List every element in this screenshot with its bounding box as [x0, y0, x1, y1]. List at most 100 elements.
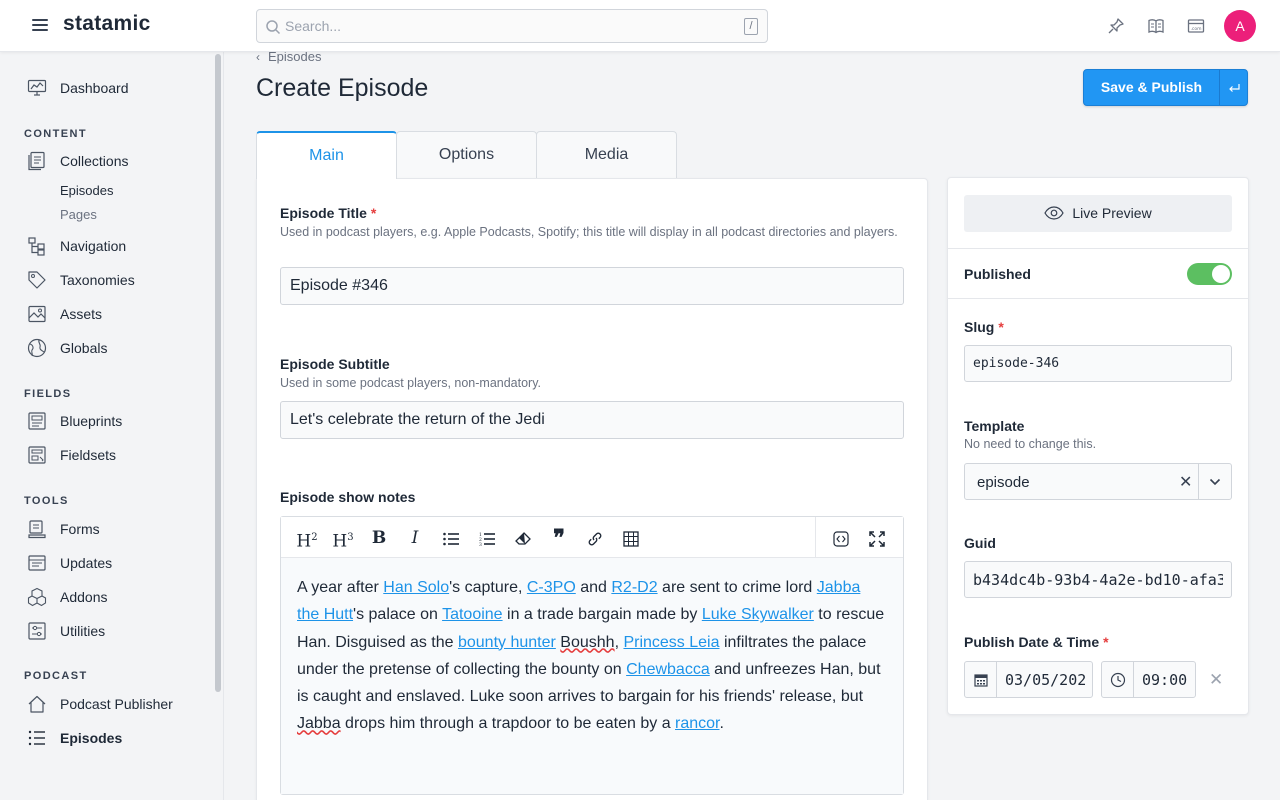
notes-link[interactable]: R2-D2 [611, 579, 657, 596]
menu-toggle-icon[interactable] [32, 19, 48, 33]
notes-text: A year after [297, 579, 384, 596]
bold-button[interactable]: B [366, 525, 392, 551]
sidebar-item-navigation[interactable]: Navigation [0, 232, 210, 260]
global-search[interactable]: / [256, 9, 768, 43]
published-toggle[interactable] [1187, 263, 1232, 285]
numbered-list-icon: 123 [479, 532, 495, 548]
notes-link[interactable]: Tatooine [442, 606, 503, 623]
notes-text: in a trade bargain made by [502, 606, 702, 624]
link-button[interactable] [582, 525, 608, 551]
site-browser-icon[interactable]: .com [1187, 17, 1205, 35]
sidebar-subitem-pages[interactable]: Pages [60, 207, 97, 222]
guid-input[interactable] [964, 561, 1232, 598]
heading-2-button[interactable]: H2 [294, 525, 320, 552]
sidebar-item-label: Podcast Publisher [60, 696, 173, 712]
notes-link[interactable]: C-3PO [527, 579, 576, 596]
sidebar-item-fieldsets[interactable]: Fieldsets [0, 441, 210, 469]
notes-link[interactable]: Princess Leia [623, 634, 719, 651]
bullet-list-button[interactable] [438, 525, 464, 551]
sidebar-item-episodes[interactable]: Episodes [0, 724, 210, 752]
save-publish-group: Save & Publish [1083, 69, 1248, 106]
template-select[interactable]: episode ✕ [964, 463, 1232, 500]
pin-icon[interactable] [1107, 17, 1125, 35]
clear-format-button[interactable] [510, 525, 536, 551]
top-bar: statamic / .com A [0, 0, 1280, 52]
episode-subtitle-input[interactable] [280, 401, 904, 439]
sidebar-item-label: Updates [60, 555, 113, 571]
tab-options[interactable]: Options [396, 131, 537, 178]
notes-link[interactable]: Chewbacca [626, 661, 710, 678]
tab-main[interactable]: Main [256, 131, 397, 179]
quote-button[interactable]: ❞ [546, 525, 572, 551]
divider [948, 248, 1248, 249]
sidebar-item-podcast-publisher[interactable]: Podcast Publisher [0, 690, 210, 718]
notes-link[interactable]: bounty hunter [458, 634, 556, 651]
episode-title-help: Used in podcast players, e.g. Apple Podc… [280, 225, 898, 239]
sidebar-item-label: Forms [60, 521, 100, 537]
user-avatar[interactable]: A [1224, 10, 1256, 42]
sidebar-item-dashboard[interactable]: Dashboard [0, 74, 210, 102]
source-code-button[interactable] [828, 525, 854, 551]
sidebar-item-addons[interactable]: Addons [0, 583, 210, 611]
notes-link[interactable]: Han Solo [383, 579, 449, 596]
tag-icon [28, 271, 46, 289]
sidebar-item-updates[interactable]: Updates [0, 549, 210, 577]
required-marker: * [370, 205, 377, 221]
save-options-button[interactable] [1219, 70, 1248, 105]
numbered-list-button[interactable]: 123 [474, 525, 500, 551]
table-icon [623, 530, 639, 547]
slug-input[interactable] [964, 345, 1232, 382]
search-input[interactable] [285, 15, 735, 37]
sidebar-item-label: Blueprints [60, 413, 123, 429]
tab-media[interactable]: Media [536, 131, 677, 178]
fullscreen-button[interactable] [864, 525, 890, 551]
sidebar-item-label: Dashboard [60, 80, 129, 96]
form-icon [28, 520, 46, 539]
save-publish-button[interactable]: Save & Publish [1084, 70, 1219, 105]
editor-toolbar: H2 H3 B I 123 ❞ [281, 517, 903, 558]
notes-link[interactable]: Luke Skywalker [702, 606, 814, 623]
show-notes-editor: H2 H3 B I 123 ❞ A year after Han Solo's … [280, 516, 904, 795]
slug-label-text: Slug [964, 319, 995, 335]
template-select-value: episode [977, 474, 1030, 491]
time-picker-toggle[interactable] [1102, 662, 1134, 697]
sidebar-item-label: Navigation [60, 238, 127, 254]
return-arrow-icon [1229, 83, 1240, 92]
notes-link[interactable]: rancor [675, 715, 719, 732]
eraser-icon [515, 531, 531, 545]
sidebar-item-globals[interactable]: Globals [0, 334, 210, 362]
app-logo[interactable]: statamic [63, 12, 151, 36]
table-button[interactable] [618, 525, 644, 551]
sidebar-item-assets[interactable]: Assets [0, 300, 210, 328]
notes-text: 's capture, [449, 579, 527, 596]
date-picker[interactable]: 03/05/2022 [964, 661, 1093, 698]
date-picker-toggle[interactable] [965, 662, 997, 697]
sidebar-item-collections[interactable]: Collections [0, 147, 210, 175]
italic-button[interactable]: I [402, 525, 428, 551]
template-help: No need to change this. [964, 437, 1097, 451]
sidebar-scrollbar[interactable] [215, 54, 221, 692]
search-shortcut-hint: / [744, 18, 758, 35]
live-preview-button[interactable]: Live Preview [964, 195, 1232, 232]
guid-label: Guid [964, 535, 996, 551]
clear-date-icon[interactable]: ✕ [1209, 670, 1223, 690]
episode-title-input[interactable] [280, 267, 904, 305]
heading-3-button[interactable]: H3 [330, 525, 356, 552]
episode-subtitle-label: Episode Subtitle [280, 356, 390, 372]
link-icon [588, 532, 602, 545]
sidebar-item-utilities[interactable]: Utilities [0, 617, 210, 645]
time-picker[interactable]: 09:00 [1101, 661, 1196, 698]
sidebar-subitem-episodes[interactable]: Episodes [60, 183, 113, 198]
calendar-icon [974, 674, 988, 687]
sidebar-item-label: Utilities [60, 623, 106, 639]
episode-title-label: Episode Title * [280, 205, 376, 221]
clear-icon[interactable]: ✕ [1179, 472, 1192, 492]
publish-date-label: Publish Date & Time * [964, 634, 1109, 650]
show-notes-content[interactable]: A year after Han Solo's capture, C-3PO a… [281, 558, 903, 794]
sidebar-section-podcast: PODCAST [24, 670, 88, 682]
sidebar-item-taxonomies[interactable]: Taxonomies [0, 266, 210, 294]
sidebar-item-blueprints[interactable]: Blueprints [0, 407, 210, 435]
sidebar-item-forms[interactable]: Forms [0, 515, 210, 543]
docs-book-icon[interactable] [1147, 17, 1165, 35]
dropdown-toggle[interactable] [1198, 464, 1231, 499]
